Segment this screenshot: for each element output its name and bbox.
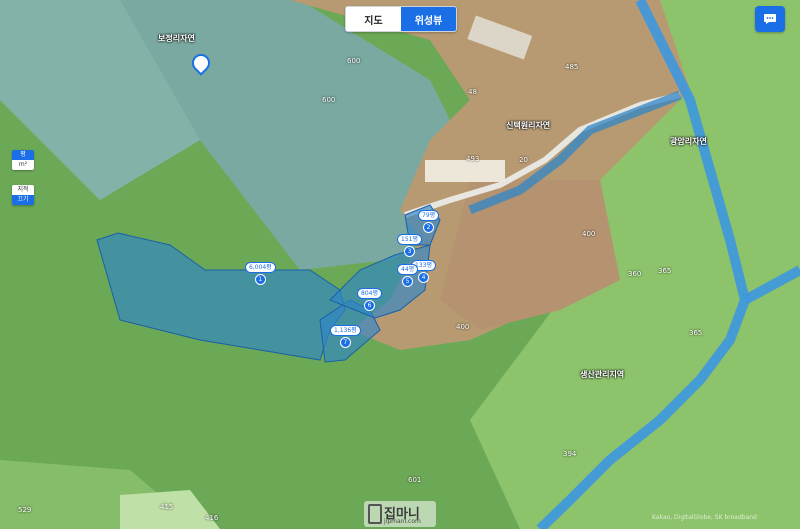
parcel-area-label: 151평 [397, 234, 422, 245]
map-view-button[interactable]: 지도 [346, 7, 401, 31]
map-copyright: Kakao, DigitalGlobe, SK broadband [652, 514, 757, 521]
lot-number-label: 394 [563, 450, 577, 458]
region-saengsan: 생산관리지역 [580, 370, 625, 379]
watermark-logo: 집마니 jipmani.com [364, 501, 436, 527]
view-toggle[interactable]: 지도 위성뷰 [345, 6, 457, 32]
watermark-url: jipmani.com [384, 518, 421, 525]
chat-button[interactable] [755, 6, 785, 32]
parcel-area-label: 1,136평 [330, 325, 361, 336]
lot-number-label: 400 [582, 230, 596, 238]
lot-number-label: 48 [468, 88, 477, 96]
lot-number-label: 485 [565, 63, 579, 71]
lot-number-label: 365 [689, 329, 703, 337]
lot-number-label: 600 [347, 57, 361, 65]
region-bojeong: 보정리자연 [158, 34, 195, 43]
lot-number-label: 360 [628, 270, 642, 278]
region-gwangam: 광암리자연 [670, 137, 707, 146]
parcel-5-marker[interactable]: 44평 5 [397, 264, 419, 287]
parcel-2-marker[interactable]: 79평 2 [418, 210, 440, 233]
cadastral-toggle[interactable]: 지적 끄기 [12, 185, 34, 205]
lot-number-label: 20 [519, 156, 528, 164]
house-icon [368, 504, 382, 524]
unit-pyeong-button[interactable]: 평 [12, 150, 34, 160]
parcel-number-pin: 5 [402, 276, 414, 287]
parcel-number-pin: 1 [254, 274, 266, 285]
cadastral-label: 지적 [12, 185, 34, 195]
parcel-area-label: 6,004평 [245, 262, 276, 273]
parcel-3-marker[interactable]: 151평 3 [397, 234, 422, 257]
parcel-number-pin: 3 [403, 246, 415, 257]
parcel-number-pin: 6 [363, 300, 375, 311]
lot-number-label: 600 [322, 96, 336, 104]
lot-number-label: 529 [18, 506, 32, 514]
unit-sqm-button[interactable]: m² [12, 160, 34, 170]
parcel-area-label: 804평 [357, 288, 382, 299]
chat-icon [764, 14, 776, 24]
parcel-area-label: 44평 [397, 264, 419, 275]
lot-number-label: 365 [658, 267, 672, 275]
parcel-number-pin: 7 [339, 337, 351, 348]
lot-number-label: 415 [160, 503, 174, 511]
lot-number-label: 416 [205, 514, 219, 522]
lot-number-label: 400 [456, 323, 470, 331]
lot-number-label: 493 [466, 155, 480, 163]
satellite-view-button[interactable]: 위성뷰 [401, 7, 456, 31]
parcel-7-marker[interactable]: 1,136평 7 [330, 325, 361, 348]
parcel-number-pin: 4 [417, 272, 429, 283]
lot-number-label: 601 [408, 476, 422, 484]
unit-toggle[interactable]: 평 m² [12, 150, 34, 170]
parcel-number-pin: 2 [423, 222, 435, 233]
cadastral-off-button[interactable]: 끄기 [12, 195, 34, 205]
parcel-area-label: 79평 [418, 210, 440, 221]
region-sintaek: 신택원리자연 [506, 121, 551, 130]
parcel-1-marker[interactable]: 6,004평 1 [245, 262, 276, 285]
parcel-6-marker[interactable]: 804평 6 [357, 288, 382, 311]
